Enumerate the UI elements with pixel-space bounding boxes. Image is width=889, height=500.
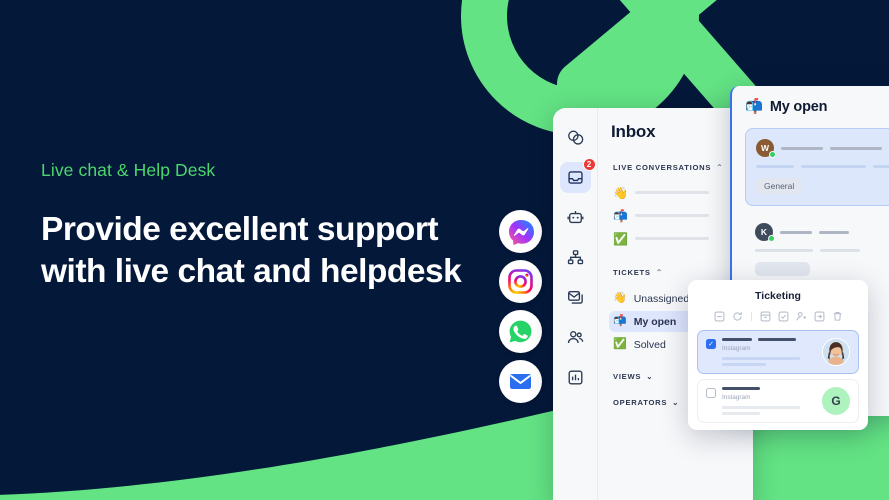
list-item[interactable]: 👋 (611, 183, 743, 202)
online-status-dot (768, 235, 775, 242)
move-icon[interactable] (814, 311, 825, 322)
placeholder-bar (820, 249, 860, 252)
sidebar-item-chats[interactable] (560, 122, 591, 153)
sidebar-item-inbox[interactable]: 2 (559, 158, 596, 193)
placeholder-bar (635, 191, 709, 194)
thread-header: K (755, 223, 889, 242)
row-content: Instagram (722, 387, 816, 415)
hero-eyebrow: Live chat & Help Desk (41, 160, 216, 180)
placeholder-bar (722, 363, 766, 366)
section-tickets-label: TICKETS (613, 268, 651, 277)
hero-copy: Live chat & Help Desk Provide excellent … (41, 160, 511, 293)
row-source-label: Instagram (722, 394, 751, 401)
my-open-title: 📬 My open (745, 98, 889, 116)
placeholder-bar (722, 406, 800, 409)
list-item[interactable]: ✅ (611, 229, 743, 248)
headline-line-2: with live chat and helpdesk (41, 253, 462, 291)
mark-solved-icon[interactable] (778, 311, 789, 322)
email-icon[interactable] (499, 360, 542, 403)
list-item[interactable]: 📬 (611, 206, 743, 225)
archive-icon[interactable] (760, 311, 771, 322)
toolbar-divider (750, 312, 752, 321)
placeholder-bar (722, 338, 752, 341)
select-all-checkbox-icon[interactable] (714, 311, 725, 322)
avatar: W (756, 139, 776, 158)
delete-icon[interactable] (832, 311, 843, 322)
placeholder-bar (780, 230, 812, 234)
row-checkbox[interactable] (706, 388, 716, 398)
chevron-down-icon: ⌄ (672, 398, 680, 407)
inbox-title: Inbox (611, 122, 656, 141)
placeholder-bar (755, 249, 813, 252)
placeholder-bar (819, 230, 849, 234)
sidebar-rail: 2 (553, 108, 598, 500)
avatar: K (755, 223, 775, 242)
row-content: Instagram (722, 338, 816, 366)
section-live-conversations-label: LIVE CONVERSATIONS (613, 163, 712, 172)
placeholder-bar (722, 357, 800, 360)
headline-line-1: Provide excellent support (41, 211, 439, 248)
sidebar-item-label: My open (633, 315, 677, 328)
thread-header: W (756, 139, 889, 158)
row-checkbox[interactable]: ✓ (706, 339, 716, 349)
avatar: G (822, 387, 850, 415)
instagram-icon[interactable] (499, 260, 542, 303)
check-emoji-icon: ✅ (613, 231, 628, 246)
row-source-label: Instagram (722, 345, 751, 352)
ticketing-title: Ticketing (755, 290, 801, 302)
channel-icon-stack (499, 210, 542, 410)
placeholder-bar (781, 146, 823, 150)
ticketing-toolbar (697, 311, 859, 322)
assign-user-icon[interactable] (795, 311, 807, 322)
chevron-up-icon: ⌃ (716, 163, 724, 172)
avatar (822, 338, 850, 366)
placeholder-bar (635, 214, 709, 217)
placeholder-bar (722, 412, 760, 415)
placeholder-bar (635, 237, 709, 240)
wave-emoji-icon: 👋 (613, 292, 627, 304)
status-badge: General (756, 178, 803, 194)
sidebar-item-label: Solved (633, 338, 666, 351)
online-status-dot (769, 151, 776, 158)
mailbox-emoji-icon: 📬 (613, 315, 627, 327)
thread-preview (756, 165, 889, 168)
section-tickets[interactable]: TICKETS ⌃ (613, 268, 743, 277)
placeholder-bar (758, 338, 796, 341)
mailbox-emoji-icon: 📬 (745, 99, 763, 115)
status-badge (755, 262, 810, 276)
section-live-conversations[interactable]: LIVE CONVERSATIONS ⌃ (613, 163, 743, 172)
table-row[interactable]: Instagram G (697, 379, 859, 423)
check-emoji-icon: ✅ (613, 338, 627, 350)
placeholder-bar (830, 146, 882, 150)
placeholder-bar (801, 165, 867, 168)
chevron-down-icon: ⌄ (646, 372, 654, 381)
mailbox-emoji-icon: 📬 (613, 208, 628, 223)
table-row[interactable]: ✓ Instagram (697, 330, 859, 374)
email-inbox-icon[interactable] (560, 282, 591, 313)
wave-emoji-icon: 👋 (613, 185, 628, 200)
placeholder-bar (873, 165, 889, 168)
contacts-icon[interactable] (560, 322, 591, 353)
placeholder-bar (756, 165, 795, 168)
ticketing-card: Ticketing ✓ Instagram Instagram G (688, 280, 868, 430)
placeholder-bar (722, 387, 760, 390)
section-views-label: VIEWS (613, 372, 642, 381)
refresh-icon[interactable] (732, 311, 743, 322)
sidebar-item-label: Unassigned (633, 292, 690, 305)
section-operators-label: OPERATORS (613, 398, 668, 407)
page-title: Provide excellent support with live chat… (41, 209, 511, 293)
reports-icon[interactable] (560, 362, 591, 393)
messenger-icon[interactable] (499, 210, 542, 253)
flows-icon[interactable] (560, 242, 591, 273)
whatsapp-icon[interactable] (499, 310, 542, 353)
chevron-up-icon: ⌃ (655, 268, 664, 277)
chatbot-icon[interactable] (560, 202, 591, 233)
table-row[interactable]: W General (745, 128, 889, 206)
my-open-title-label: My open (769, 98, 828, 115)
inbox-unread-badge: 2 (582, 158, 596, 171)
thread-preview (755, 249, 889, 252)
